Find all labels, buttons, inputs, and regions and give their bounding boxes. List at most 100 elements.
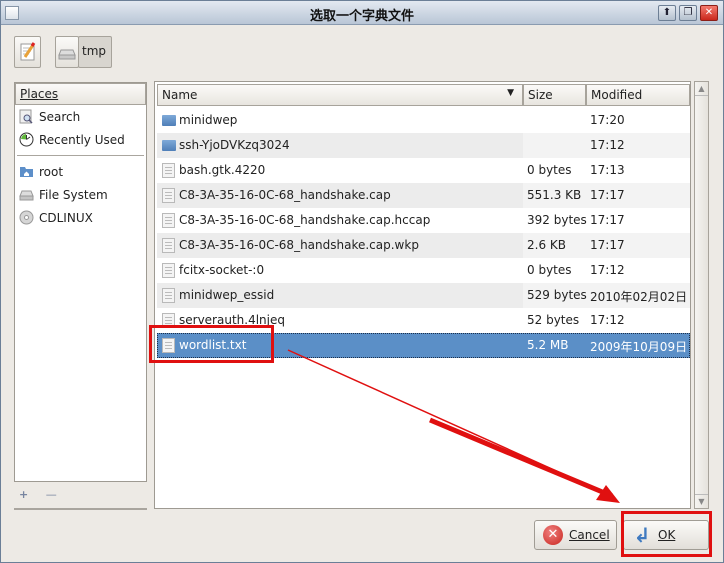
- drive-icon: [58, 49, 76, 60]
- path-root-button[interactable]: [55, 36, 79, 68]
- file-row[interactable]: ssh-YjoDVKzq3024 17:12: [157, 133, 690, 158]
- file-modified: 17:12: [590, 138, 625, 152]
- close-button[interactable]: ✕: [700, 5, 718, 21]
- file-size: 392 bytes: [527, 213, 587, 227]
- file-modified: 2010年02月02日: [590, 290, 688, 304]
- file-icon: [162, 338, 175, 353]
- places-tools: + —: [19, 488, 57, 501]
- sidebar-item-search[interactable]: Search: [15, 105, 146, 128]
- column-header-name[interactable]: Name ▼: [157, 84, 523, 106]
- search-icon: [19, 109, 33, 124]
- file-icon: [162, 238, 175, 253]
- close-icon: ✕: [704, 7, 714, 18]
- file-modified: 2009年10月09日: [590, 340, 688, 354]
- maximize-button[interactable]: ❐: [679, 5, 697, 21]
- file-size: 529 bytes: [527, 288, 587, 302]
- column-modified-label: Modified: [591, 88, 643, 102]
- ok-label: OK: [658, 528, 676, 542]
- cdrom-icon: [19, 210, 34, 225]
- add-bookmark-button[interactable]: +: [19, 488, 28, 501]
- sort-descending-icon: ▼: [507, 88, 514, 98]
- file-modified: 17:17: [590, 238, 625, 252]
- file-size: 551.3 KB: [527, 188, 582, 202]
- column-header-modified[interactable]: Modified: [586, 84, 690, 106]
- file-name: minidwep: [179, 113, 238, 127]
- file-icon: [162, 213, 175, 228]
- file-icon: [162, 263, 175, 278]
- file-name: bash.gtk.4220: [179, 163, 266, 177]
- column-name-label: Name: [162, 88, 198, 102]
- minimize-button[interactable]: ⬆: [658, 5, 676, 21]
- file-modified: 17:20: [590, 113, 625, 127]
- folder-icon: [162, 140, 176, 151]
- file-row[interactable]: wordlist.txt 5.2 MB 2009年10月09日: [157, 333, 690, 358]
- column-header-size[interactable]: Size: [523, 84, 586, 106]
- file-name: C8-3A-35-16-0C-68_handshake.cap.wkp: [179, 238, 419, 252]
- scroll-up-arrow-icon[interactable]: ▲: [695, 82, 708, 96]
- file-row[interactable]: C8-3A-35-16-0C-68_handshake.cap 551.3 KB 1…: [157, 183, 690, 208]
- sidebar-item-root[interactable]: root: [15, 160, 146, 183]
- restore-icon: ❐: [683, 7, 693, 18]
- pencil-icon: [20, 42, 36, 61]
- arrow-up-icon: ⬆: [662, 7, 672, 18]
- cancel-label: Cancel: [569, 528, 610, 542]
- places-header-label: Places: [20, 87, 59, 101]
- file-modified: 17:12: [590, 263, 625, 277]
- column-size-label: Size: [528, 88, 553, 102]
- sidebar-item-label: File System: [39, 187, 108, 202]
- sidebar-item-file-system[interactable]: File System: [15, 183, 146, 206]
- sidebar-item-label: root: [39, 164, 64, 179]
- home-folder-icon: [20, 167, 33, 177]
- file-icon: [162, 288, 175, 303]
- file-icon: [162, 188, 175, 203]
- file-name: fcitx-socket-:0: [179, 263, 265, 277]
- remove-bookmark-button[interactable]: —: [46, 488, 57, 501]
- file-row[interactable]: C8-3A-35-16-0C-68_handshake.cap.wkp 2.6 K…: [157, 233, 690, 258]
- places-divider: [14, 508, 147, 510]
- file-row[interactable]: C8-3A-35-16-0C-68_handshake.cap.hccap 392…: [157, 208, 690, 233]
- path-tmp-button[interactable]: tmp: [78, 36, 112, 68]
- file-size: 5.2 MB: [527, 338, 569, 352]
- file-name: C8-3A-35-16-0C-68_handshake.cap.hccap: [179, 213, 431, 227]
- cancel-button[interactable]: ✕ Cancel: [534, 520, 617, 550]
- recent-icon: [19, 132, 34, 147]
- file-icon: [162, 163, 175, 178]
- file-name: C8-3A-35-16-0C-68_handshake.cap: [179, 188, 391, 202]
- cancel-icon: ✕: [543, 525, 563, 545]
- scroll-down-arrow-icon[interactable]: ▼: [695, 494, 708, 508]
- window-title: 选取一个字典文件: [309, 9, 414, 24]
- file-name: wordlist.txt: [179, 338, 247, 352]
- file-row[interactable]: bash.gtk.4220 0 bytes 17:13: [157, 158, 690, 183]
- file-name: ssh-YjoDVKzq3024: [179, 138, 290, 152]
- sidebar-item-cdlinux[interactable]: CDLINUX: [15, 206, 146, 229]
- sidebar-item-recently-used[interactable]: Recently Used: [15, 128, 146, 151]
- file-size: 52 bytes: [527, 313, 580, 327]
- file-row[interactable]: minidwep_essid 529 bytes 2010年02月02日: [157, 283, 690, 308]
- file-name: serverauth.4lnjeq: [179, 313, 285, 327]
- ok-button[interactable]: ↲ OK: [623, 520, 709, 550]
- file-name: minidwep_essid: [179, 288, 275, 302]
- file-modified: 17:13: [590, 163, 625, 177]
- file-modified: 17:17: [590, 213, 625, 227]
- enter-arrow-icon: ↲: [633, 523, 651, 547]
- sidebar-item-label: CDLINUX: [39, 210, 93, 225]
- file-row[interactable]: fcitx-socket-:0 0 bytes 17:12: [157, 258, 690, 283]
- places-sidebar: Places Search Recently Used root File Sy…: [14, 82, 147, 482]
- sidebar-item-label: Recently Used: [39, 132, 125, 147]
- sidebar-item-label: Search: [39, 109, 81, 124]
- file-row[interactable]: serverauth.4lnjeq 52 bytes 17:12: [157, 308, 690, 333]
- file-icon: [162, 313, 175, 328]
- file-row[interactable]: minidwep 17:20: [157, 108, 690, 133]
- file-modified: 17:17: [590, 188, 625, 202]
- file-chooser-dialog: 选取一个字典文件 ⬆ ❐ ✕ tmp Places Search Recentl…: [0, 0, 724, 563]
- file-size: 2.6 KB: [527, 238, 566, 252]
- type-location-button[interactable]: [14, 36, 41, 68]
- sidebar-separator: [17, 155, 144, 156]
- vertical-scrollbar[interactable]: ▲ ▼: [694, 81, 709, 509]
- path-label: tmp: [82, 44, 107, 58]
- places-header[interactable]: Places: [15, 83, 146, 105]
- file-modified: 17:12: [590, 313, 625, 327]
- file-list: Name ▼ Size Modified minidwep 17:20 ssh-Yj…: [154, 81, 691, 509]
- title-bar: 选取一个字典文件 ⬆ ❐ ✕: [1, 1, 723, 25]
- folder-icon: [162, 115, 176, 126]
